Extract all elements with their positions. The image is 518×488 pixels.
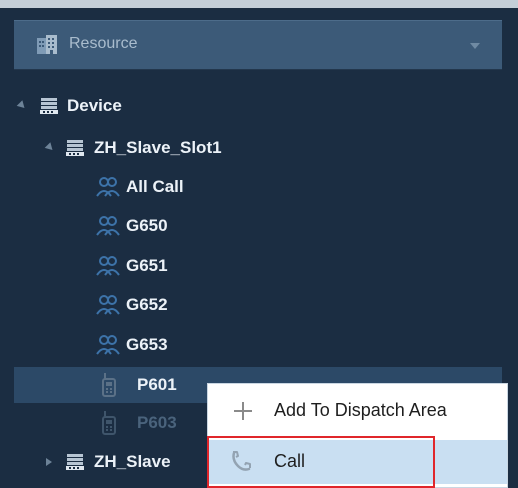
device-icon [66,139,84,162]
highlight-box [207,436,435,488]
tree-node-label: P603 [137,413,177,432]
resource-dropdown[interactable]: Resource [14,20,502,70]
expand-arrow-icon[interactable] [44,142,56,153]
tree-node-g653[interactable]: G653 [90,327,502,363]
tree-node-g652[interactable]: G652 [90,287,502,323]
tree-node-slot2[interactable]: ZH_Slave [44,444,207,480]
group-icon [96,294,120,321]
radio-terminal-icon [100,411,118,440]
tree-node-label: ZH_Slave_Slot1 [94,138,222,157]
tree-node-g650[interactable]: G650 [90,208,502,244]
tree-node-all-call[interactable]: All Call [90,169,502,205]
tree-node-g651[interactable]: G651 [90,248,502,284]
chevron-down-icon[interactable] [470,43,480,49]
tree-node-label: G653 [126,335,168,354]
collapse-arrow-icon[interactable] [46,458,52,466]
tree-node-device[interactable]: Device [14,88,502,124]
tree-node-label: G652 [126,295,168,314]
tree-node-slot1[interactable]: ZH_Slave_Slot1 [44,130,502,166]
building-icon [36,35,58,60]
menu-item-add-to-dispatch-area[interactable]: Add To Dispatch Area [208,389,507,433]
device-icon [66,453,84,476]
tree-node-label: G650 [126,216,168,235]
resource-dropdown-label: Resource [69,35,138,52]
tree-node-label: Device [67,96,122,115]
tree-node-label: All Call [126,177,184,196]
menu-item-label: Add To Dispatch Area [274,400,447,420]
expand-arrow-icon[interactable] [16,100,28,111]
group-icon [96,255,120,282]
radio-terminal-icon [100,373,118,402]
top-border [0,0,518,8]
plus-icon [234,402,252,425]
resource-panel: Resource Device ZH_Slave_Slot1 All Call … [0,0,518,488]
device-icon [40,97,58,120]
group-icon [96,334,120,361]
group-icon [96,215,120,242]
group-icon [96,176,120,203]
tree-node-label: P601 [137,375,177,394]
tree-node-label: G651 [126,256,168,275]
tree-node-label: ZH_Slave [94,452,171,471]
